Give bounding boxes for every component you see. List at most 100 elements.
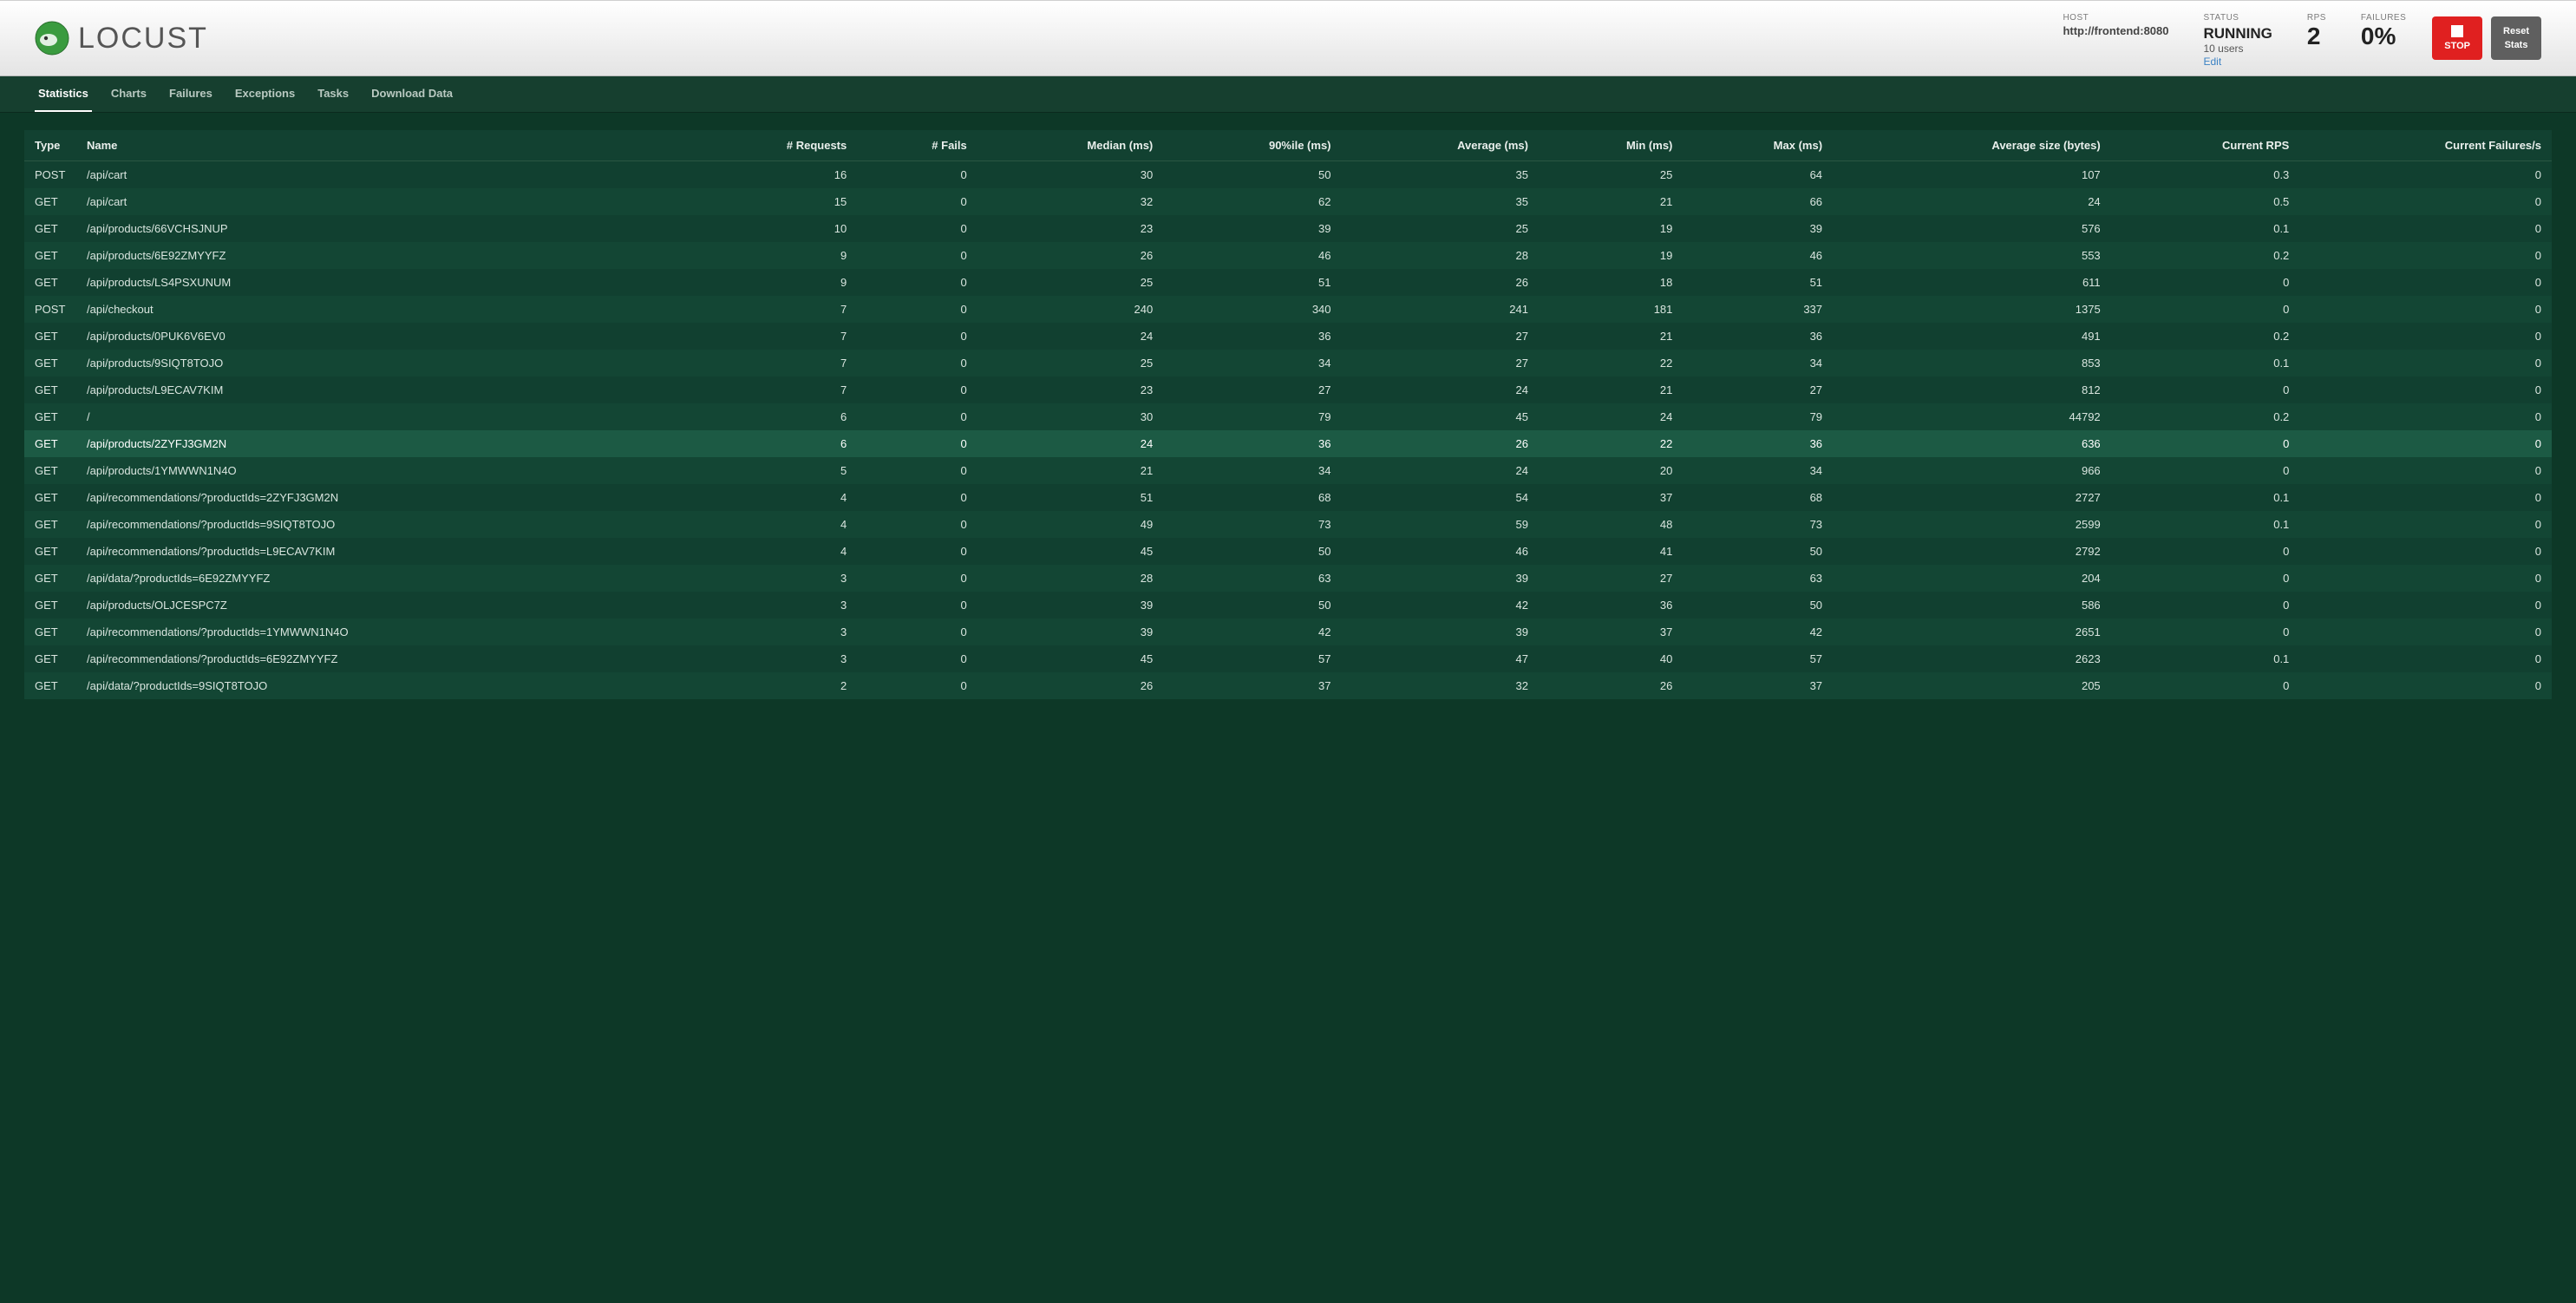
cell-value: 0: [2111, 430, 2300, 457]
table-row[interactable]: POST/api/cart16030503525641070.30: [24, 161, 2552, 189]
col-header[interactable]: Average size (bytes): [1833, 130, 2111, 161]
cell-value: 0: [2111, 457, 2300, 484]
table-row[interactable]: GET/api/products/1YMWWN1N4O5021342420349…: [24, 457, 2552, 484]
cell-value: 0: [857, 188, 977, 215]
cell-value: 49: [977, 511, 1164, 538]
col-header[interactable]: Min (ms): [1539, 130, 1683, 161]
cell-value: 0: [857, 430, 977, 457]
cell-value: 64: [1683, 161, 1833, 189]
tab-tasks[interactable]: Tasks: [314, 76, 352, 112]
table-row[interactable]: GET/api/data/?productIds=9SIQT8TOJO20263…: [24, 672, 2552, 699]
cell-value: 34: [1163, 350, 1341, 376]
cell-value: 51: [1683, 269, 1833, 296]
table-row[interactable]: GET/api/products/6E92ZMYYFZ9026462819465…: [24, 242, 2552, 269]
edit-link[interactable]: Edit: [2204, 56, 2272, 69]
cell-value: 966: [1833, 457, 2111, 484]
cell-value: 337: [1683, 296, 1833, 323]
cell-value: 0.3: [2111, 161, 2300, 189]
cell-value: 16: [683, 161, 858, 189]
tab-failures[interactable]: Failures: [166, 76, 216, 112]
cell-value: 0: [2111, 619, 2300, 645]
table-row[interactable]: GET/api/products/2ZYFJ3GM2N6024362622366…: [24, 430, 2552, 457]
col-header[interactable]: Type: [24, 130, 76, 161]
cell-type: GET: [24, 188, 76, 215]
table-row[interactable]: GET/api/recommendations/?productIds=1YMW…: [24, 619, 2552, 645]
cell-type: GET: [24, 484, 76, 511]
host-value: http://frontend:8080: [2063, 24, 2168, 38]
table-row[interactable]: GET/api/recommendations/?productIds=6E92…: [24, 645, 2552, 672]
cell-name: /api/recommendations/?productIds=1YMWWN1…: [76, 619, 683, 645]
cell-value: 37: [1539, 484, 1683, 511]
cell-name: /api/products/OLJCESPC7Z: [76, 592, 683, 619]
cell-type: GET: [24, 645, 76, 672]
cell-value: 1375: [1833, 296, 2111, 323]
cell-name: /api/recommendations/?productIds=2ZYFJ3G…: [76, 484, 683, 511]
cell-value: 35: [1342, 161, 1539, 189]
rps-block: RPS 2: [2307, 13, 2326, 49]
cell-value: 63: [1683, 565, 1833, 592]
cell-value: 636: [1833, 430, 2111, 457]
cell-name: /api/checkout: [76, 296, 683, 323]
tab-charts[interactable]: Charts: [108, 76, 150, 112]
cell-value: 23: [977, 376, 1164, 403]
col-header[interactable]: Name: [76, 130, 683, 161]
stop-button-label: STOP: [2444, 41, 2470, 51]
col-header[interactable]: Average (ms): [1342, 130, 1539, 161]
table-row[interactable]: GET/api/data/?productIds=6E92ZMYYFZ30286…: [24, 565, 2552, 592]
cell-value: 28: [1342, 242, 1539, 269]
cell-value: 22: [1539, 350, 1683, 376]
col-header[interactable]: Median (ms): [977, 130, 1164, 161]
table-row[interactable]: GET/api/products/0PUK6V6EV07024362721364…: [24, 323, 2552, 350]
table-row[interactable]: GET/api/cart1503262352166240.50: [24, 188, 2552, 215]
failures-value: 0%: [2361, 24, 2406, 49]
cell-value: 0: [2111, 592, 2300, 619]
cell-type: GET: [24, 592, 76, 619]
col-header[interactable]: # Fails: [857, 130, 977, 161]
cell-value: 23: [977, 215, 1164, 242]
table-row[interactable]: GET/api/products/OLJCESPC7Z3039504236505…: [24, 592, 2552, 619]
cell-name: /api/recommendations/?productIds=L9ECAV7…: [76, 538, 683, 565]
brand: LOCUST: [35, 21, 208, 56]
table-row[interactable]: GET/api/recommendations/?productIds=2ZYF…: [24, 484, 2552, 511]
cell-name: /api/products/6E92ZMYYFZ: [76, 242, 683, 269]
table-row[interactable]: POST/api/checkout70240340241181337137500: [24, 296, 2552, 323]
cell-value: 32: [1342, 672, 1539, 699]
table-row[interactable]: GET/api/products/66VCHSJNUP1002339251939…: [24, 215, 2552, 242]
cell-value: 19: [1539, 242, 1683, 269]
col-header[interactable]: Max (ms): [1683, 130, 1833, 161]
cell-value: 9: [683, 242, 858, 269]
stats-header-row: TypeName# Requests# FailsMedian (ms)90%i…: [24, 130, 2552, 161]
table-row[interactable]: GET/603079452479447920.20: [24, 403, 2552, 430]
cell-value: 73: [1683, 511, 1833, 538]
cell-value: 36: [1163, 323, 1341, 350]
cell-value: 26: [1342, 269, 1539, 296]
cell-value: 586: [1833, 592, 2111, 619]
col-header[interactable]: Current RPS: [2111, 130, 2300, 161]
tab-download-data[interactable]: Download Data: [368, 76, 456, 112]
cell-value: 34: [1683, 457, 1833, 484]
col-header[interactable]: 90%ile (ms): [1163, 130, 1341, 161]
table-row[interactable]: GET/api/products/LS4PSXUNUM9025512618516…: [24, 269, 2552, 296]
reset-stats-button[interactable]: Reset Stats: [2491, 16, 2541, 60]
cell-type: GET: [24, 565, 76, 592]
cell-name: /api/products/1YMWWN1N4O: [76, 457, 683, 484]
table-row[interactable]: GET/api/products/L9ECAV7KIM7023272421278…: [24, 376, 2552, 403]
cell-value: 7: [683, 350, 858, 376]
table-row[interactable]: GET/api/recommendations/?productIds=9SIQ…: [24, 511, 2552, 538]
cell-value: 21: [1539, 323, 1683, 350]
cell-value: 0: [857, 323, 977, 350]
stop-button[interactable]: STOP: [2432, 16, 2482, 60]
table-row[interactable]: GET/api/recommendations/?productIds=L9EC…: [24, 538, 2552, 565]
table-row[interactable]: GET/api/products/9SIQT8TOJO7025342722348…: [24, 350, 2552, 376]
cell-value: 0: [2111, 565, 2300, 592]
cell-value: 4: [683, 511, 858, 538]
cell-value: 340: [1163, 296, 1341, 323]
col-header[interactable]: Current Failures/s: [2299, 130, 2552, 161]
col-header[interactable]: # Requests: [683, 130, 858, 161]
tab-exceptions[interactable]: Exceptions: [232, 76, 298, 112]
cell-value: 10: [683, 215, 858, 242]
cell-value: 0.1: [2111, 484, 2300, 511]
cell-value: 30: [977, 161, 1164, 189]
cell-value: 50: [1683, 592, 1833, 619]
tab-statistics[interactable]: Statistics: [35, 76, 92, 112]
